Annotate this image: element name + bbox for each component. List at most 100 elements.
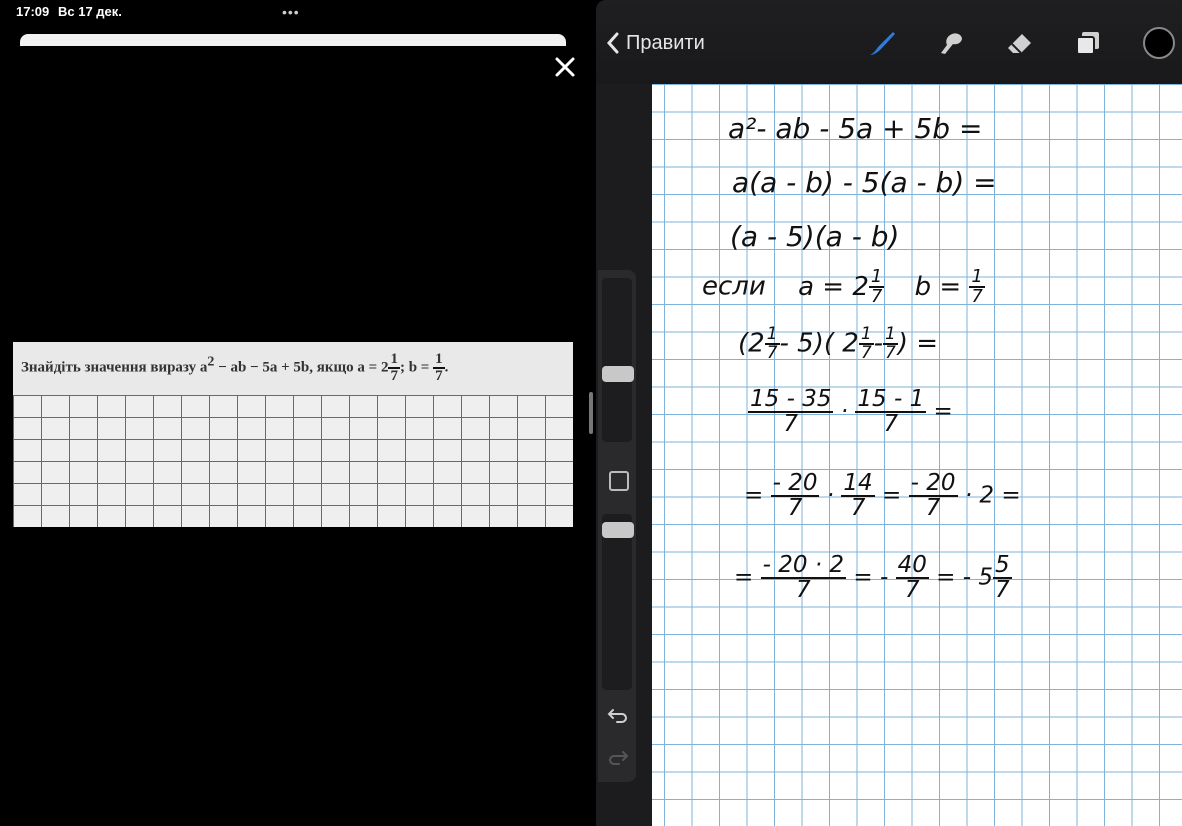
- note-b-frac-den: 7: [971, 286, 983, 307]
- note-a-eq: a = 2: [798, 271, 869, 302]
- status-bar: 17:09 Вс 17 дек. •••: [0, 0, 600, 24]
- note-line-7: = - 20 7 · 14 7 = - 20 7 · 2 =: [744, 472, 1021, 520]
- note-l6-eq: =: [933, 398, 953, 425]
- note-line-5: (2 1 7- 5)( 2 1 7-1 7) =: [738, 326, 938, 362]
- undo-icon[interactable]: [607, 704, 629, 726]
- split-view-divider[interactable]: [589, 392, 593, 434]
- note-l8-eq2: = - 5: [936, 564, 993, 591]
- task-text-part1: Знайдіть значення виразу a: [21, 359, 208, 376]
- note-l7-f1-den: 7: [787, 495, 803, 521]
- note-l5-minus: -: [873, 328, 884, 359]
- note-l7-eq: =: [882, 482, 902, 509]
- task-fraction-a: 17: [388, 352, 400, 384]
- note-line-8: = - 20 · 27 = - 40 7 = - 557: [734, 554, 1012, 602]
- note-b-eq: b =: [914, 271, 962, 302]
- drawing-canvas[interactable]: a²- ab - 5a + 5b = a(a - b) - 5(a - b) =…: [652, 84, 1182, 826]
- note-l7-f3-num: - 20: [908, 470, 958, 497]
- layers-icon[interactable]: [1071, 26, 1105, 60]
- note-l7-frac2: 14 7: [841, 470, 875, 521]
- note-l8-f3-den: 7: [994, 577, 1010, 603]
- note-a-frac: 17: [868, 266, 885, 307]
- note-l7-dot: ·: [826, 482, 835, 509]
- note-line-4: если a = 217 b = 17: [702, 268, 985, 306]
- note-l8-frac3: 57: [992, 552, 1012, 603]
- brush-icon[interactable]: [864, 26, 898, 60]
- note-line-3: (a - 5)(a - b): [730, 220, 900, 253]
- note-a-frac-num: 1: [868, 266, 885, 288]
- color-picker-button[interactable]: [1143, 27, 1175, 59]
- note-line-6: 15 - 35 7 · 15 - 17 =: [748, 388, 953, 436]
- drawing-app-pane: Правити a²- ab - 5a + 5b = a(a - b) - 5(…: [596, 0, 1182, 826]
- brush-size-thumb[interactable]: [602, 366, 634, 382]
- paper-grid: [13, 395, 573, 527]
- note-l7-pre: =: [744, 482, 764, 509]
- note-l6-f2-num: 15 - 1: [855, 386, 927, 413]
- note-l8-f2-num: 40: [895, 552, 929, 579]
- note-l6-frac2: 15 - 17: [855, 386, 927, 437]
- redo-icon[interactable]: [607, 746, 629, 768]
- note-l6-f1-num: 15 - 35: [748, 386, 834, 413]
- note-l8-frac2: 40 7: [895, 552, 929, 603]
- note-l8-f2-den: 7: [904, 577, 920, 603]
- close-icon[interactable]: [552, 54, 578, 80]
- brush-sidebar: [598, 270, 636, 782]
- status-time: 17:09: [16, 4, 50, 19]
- note-l8-pre: =: [734, 564, 754, 591]
- note-line-2: a(a - b) - 5(a - b) =: [732, 166, 997, 199]
- opacity-thumb[interactable]: [602, 522, 634, 538]
- note-l5-end: ) =: [897, 328, 939, 359]
- note-l6-f1-den: 7: [783, 411, 799, 437]
- modify-button[interactable]: [609, 471, 629, 491]
- note-l5-frac3: 17: [883, 326, 898, 362]
- task-frac-a-num: 1: [388, 351, 400, 369]
- back-button[interactable]: Правити: [606, 28, 705, 58]
- note-l8-f1-den: 7: [796, 577, 811, 603]
- note-l6-frac1: 15 - 35 7: [748, 386, 834, 437]
- task-text-part3: ; b =: [399, 359, 434, 376]
- note-l7-f1-num: - 20: [770, 470, 820, 497]
- note-l7-f2-den: 7: [850, 495, 866, 521]
- note-line-1: a²- ab - 5a + 5b =: [728, 112, 983, 145]
- note-l5-frac2: 17: [858, 326, 874, 363]
- note-l8-f3-num: 5: [992, 552, 1012, 579]
- note-l8-eq: = -: [853, 564, 889, 591]
- note-l7-tail: · 2 =: [964, 482, 1021, 509]
- note-b-frac: 17: [969, 266, 985, 307]
- toolbar: Правити: [596, 0, 1182, 84]
- task-text-part4: .: [444, 359, 449, 376]
- task-photo: Знайдіть значення виразу a2 − ab − 5a + …: [13, 342, 573, 527]
- opacity-slider[interactable]: [602, 514, 632, 690]
- eraser-icon[interactable]: [1002, 26, 1036, 60]
- multitask-dots[interactable]: •••: [282, 4, 300, 20]
- note-a-frac-den: 7: [870, 286, 883, 307]
- smudge-icon[interactable]: [933, 26, 967, 60]
- task-frac-b-den: 7: [435, 368, 443, 384]
- photo-viewer-pane: Знайдіть значення виразу a2 − ab − 5a + …: [0, 24, 594, 826]
- task-text: Знайдіть значення виразу a2 − ab − 5a + …: [21, 352, 448, 384]
- task-fraction-b: 17: [433, 352, 445, 384]
- task-text-part2: − ab − 5a + 5b, якщо a = 2: [214, 359, 389, 376]
- note-l7-f3-den: 7: [925, 495, 941, 521]
- note-l5-f1-den: 7: [766, 343, 778, 363]
- viewer-sheet-handle[interactable]: [20, 34, 566, 46]
- note-l5-b: - 5)( 2: [779, 328, 859, 359]
- note-l7-f2-num: 14: [841, 470, 875, 497]
- note-l7-frac3: - 20 7: [908, 470, 958, 521]
- note-l8-f1-num: - 20 · 2: [760, 552, 847, 579]
- task-frac-b-num: 1: [433, 351, 445, 369]
- note-l5-f2-den: 7: [860, 343, 872, 363]
- note-l5-a: (2: [738, 328, 765, 359]
- note-esli: если: [702, 271, 766, 302]
- note-l5-frac1: 17: [764, 326, 780, 363]
- status-date: Вс 17 дек.: [58, 4, 122, 19]
- note-l5-f3-den: 7: [885, 343, 896, 363]
- chevron-left-icon: [606, 32, 619, 54]
- note-l8-frac1: - 20 · 27: [760, 552, 847, 603]
- note-b-frac-num: 1: [969, 266, 985, 288]
- task-frac-a-den: 7: [390, 368, 398, 384]
- note-l7-frac1: - 20 7: [770, 470, 820, 521]
- note-l6-dot: ·: [840, 398, 849, 425]
- back-label: Правити: [626, 31, 705, 54]
- brush-size-slider[interactable]: [602, 278, 632, 442]
- note-l6-f2-den: 7: [883, 411, 899, 437]
